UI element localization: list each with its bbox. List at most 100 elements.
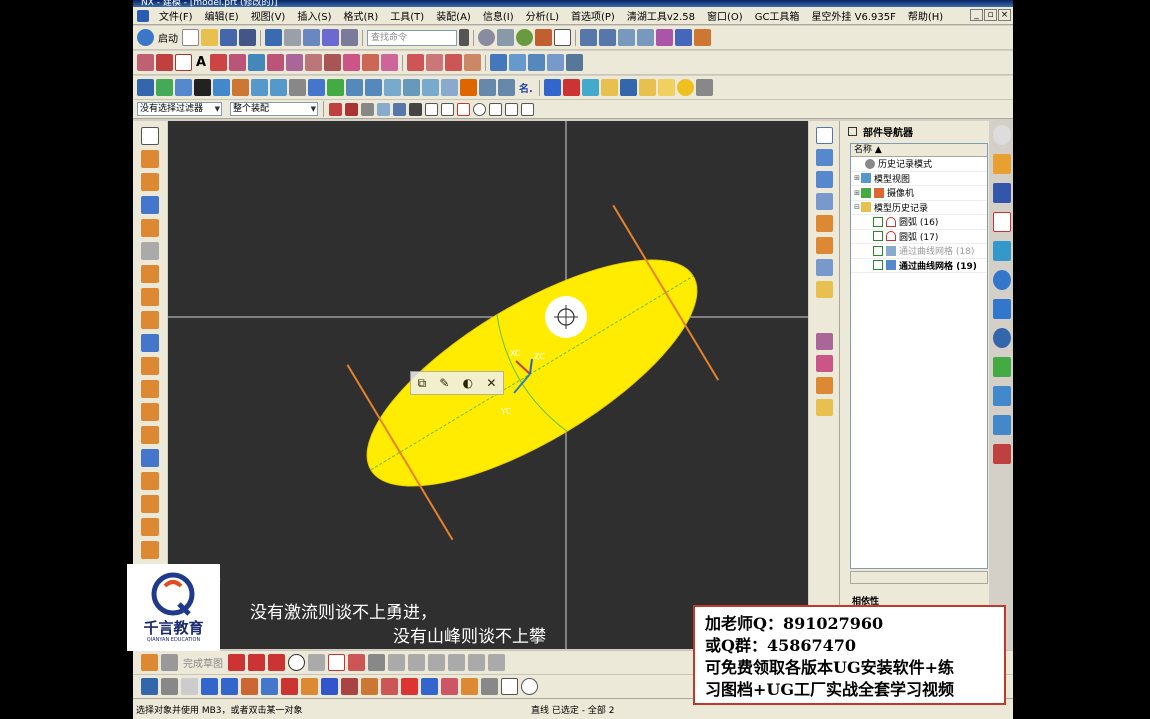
divide-curve-icon[interactable] <box>362 54 380 71</box>
datum-plane-icon[interactable] <box>815 127 833 144</box>
counter-icon[interactable] <box>695 79 713 96</box>
edge-blend-icon[interactable] <box>141 403 159 421</box>
surface-icon[interactable] <box>490 54 508 71</box>
block-tool-icon[interactable] <box>261 678 278 695</box>
sketch-constraints-icon[interactable] <box>488 654 505 671</box>
pencil-icon[interactable] <box>241 678 258 695</box>
point-on-surface-icon[interactable] <box>521 102 534 116</box>
deviation-icon[interactable] <box>815 377 833 394</box>
scale-curve-icon[interactable] <box>464 54 482 71</box>
save-as-icon[interactable] <box>239 29 256 46</box>
cut-icon[interactable] <box>303 29 320 46</box>
mirror-body-icon[interactable] <box>141 380 159 398</box>
tree-item-mesh-18[interactable]: 通过曲线网格 (18) <box>851 244 987 259</box>
start-icon[interactable] <box>137 29 154 46</box>
system-materials-icon[interactable] <box>992 357 1011 377</box>
join-curve-icon[interactable] <box>407 54 425 71</box>
note-icon[interactable] <box>638 79 656 96</box>
arrow-right-icon[interactable] <box>221 678 238 695</box>
rect-select-icon[interactable] <box>501 678 518 695</box>
restore-button[interactable]: ▫ <box>984 9 997 21</box>
box-icon[interactable] <box>141 541 159 559</box>
tree-item-arc-17[interactable]: 圆弧 (17) <box>851 230 987 244</box>
folder-icon[interactable] <box>600 79 618 96</box>
stack-icon[interactable] <box>361 678 378 695</box>
replace-face-icon[interactable] <box>141 472 159 490</box>
chamfer-icon[interactable] <box>327 79 344 96</box>
snap-point-icon[interactable] <box>329 102 342 116</box>
rectangle-icon[interactable] <box>175 54 192 71</box>
sketch-point-icon[interactable] <box>368 654 385 671</box>
clipboard-icon[interactable] <box>181 678 198 695</box>
extract-curve-icon[interactable] <box>324 54 342 71</box>
collapse-icon[interactable]: ⊟ <box>853 203 861 211</box>
arc-icon[interactable] <box>156 54 173 71</box>
system-scenes-icon[interactable] <box>992 444 1011 464</box>
groove-icon[interactable] <box>270 79 287 96</box>
layers-icon[interactable] <box>581 79 599 96</box>
select-feature-icon[interactable] <box>345 102 358 116</box>
cylinder-icon[interactable] <box>141 173 159 191</box>
roles-icon[interactable] <box>992 415 1011 435</box>
minimize-button[interactable]: _ <box>970 9 983 21</box>
package-icon[interactable] <box>301 678 318 695</box>
cone-icon[interactable] <box>141 196 159 214</box>
isoparametric-icon[interactable] <box>815 237 833 254</box>
app-icon[interactable] <box>137 9 149 22</box>
navigator-tree[interactable]: 名称 ▲ 历史记录模式 ⊞ 模型视图 ⊞ 摄像机 ⊟ 模型历史记录 圆弧 (16… <box>850 143 988 569</box>
tree-item-model-history[interactable]: ⊟ 模型历史记录 <box>851 201 987 215</box>
rotate-view-icon[interactable] <box>497 29 514 46</box>
unite-icon[interactable] <box>141 311 159 329</box>
control-point-icon[interactable] <box>441 102 454 116</box>
undo-icon[interactable] <box>265 29 282 46</box>
tree-item-mesh-19[interactable]: 通过曲线网格 (19) <box>851 259 987 273</box>
datum-csys-icon[interactable] <box>815 171 833 188</box>
tree-item-model-views[interactable]: ⊞ 模型视图 <box>851 172 987 186</box>
slot-icon[interactable] <box>251 79 268 96</box>
sketch-arc-icon[interactable] <box>268 654 285 671</box>
pad-icon[interactable] <box>232 79 249 96</box>
menu-plugin[interactable]: 星空外挂 V6.935F <box>805 8 901 23</box>
menu-edit[interactable]: 编辑(E) <box>199 8 245 23</box>
point-icon[interactable] <box>815 193 833 210</box>
icam-icon[interactable] <box>460 79 477 96</box>
pocket-icon[interactable] <box>213 79 230 96</box>
flask-icon[interactable] <box>281 678 298 695</box>
menu-view[interactable]: 视图(V) <box>245 8 292 23</box>
electrode-icon[interactable] <box>498 79 515 96</box>
new-file-icon[interactable] <box>182 29 199 46</box>
search-icon[interactable] <box>459 29 469 46</box>
export-icon[interactable] <box>619 79 637 96</box>
datum-axis-icon[interactable] <box>815 149 833 166</box>
history-icon[interactable] <box>992 299 1011 319</box>
select-tool-icon[interactable] <box>141 127 159 145</box>
curvature-icon[interactable] <box>815 355 833 372</box>
cylinder-tool-icon[interactable] <box>441 678 458 695</box>
boss-icon[interactable] <box>194 79 211 96</box>
reuse-library-icon[interactable] <box>992 241 1011 261</box>
trim-body-icon[interactable] <box>384 79 401 96</box>
grid-icon[interactable] <box>815 259 833 276</box>
report-icon[interactable] <box>815 399 833 416</box>
edit-curve-icon[interactable] <box>445 54 463 71</box>
edit-parameter-icon[interactable]: ✎ <box>439 376 449 390</box>
spline-icon[interactable] <box>210 54 228 71</box>
face-blend-icon[interactable] <box>141 426 159 444</box>
abc-icon[interactable] <box>141 678 158 695</box>
thread-icon[interactable] <box>141 242 159 260</box>
through-curves-icon[interactable] <box>509 54 527 71</box>
close-button[interactable]: × <box>998 9 1011 21</box>
shaded-icon[interactable] <box>516 29 533 46</box>
open-folder-icon[interactable] <box>201 29 218 46</box>
web-browser-icon[interactable] <box>992 270 1011 290</box>
render-style-icon[interactable] <box>535 29 552 46</box>
make-corner-icon[interactable] <box>468 654 485 671</box>
red-cube-icon[interactable] <box>401 678 418 695</box>
mold-tools-icon[interactable] <box>479 79 496 96</box>
wcs-icon[interactable] <box>675 29 692 46</box>
intersect-icon[interactable] <box>141 357 159 375</box>
xform-icon[interactable] <box>161 678 178 695</box>
bridge-curve-icon[interactable] <box>267 54 285 71</box>
swept-icon[interactable] <box>547 54 565 71</box>
tree-item-cameras[interactable]: ⊞ 摄像机 <box>851 186 987 201</box>
